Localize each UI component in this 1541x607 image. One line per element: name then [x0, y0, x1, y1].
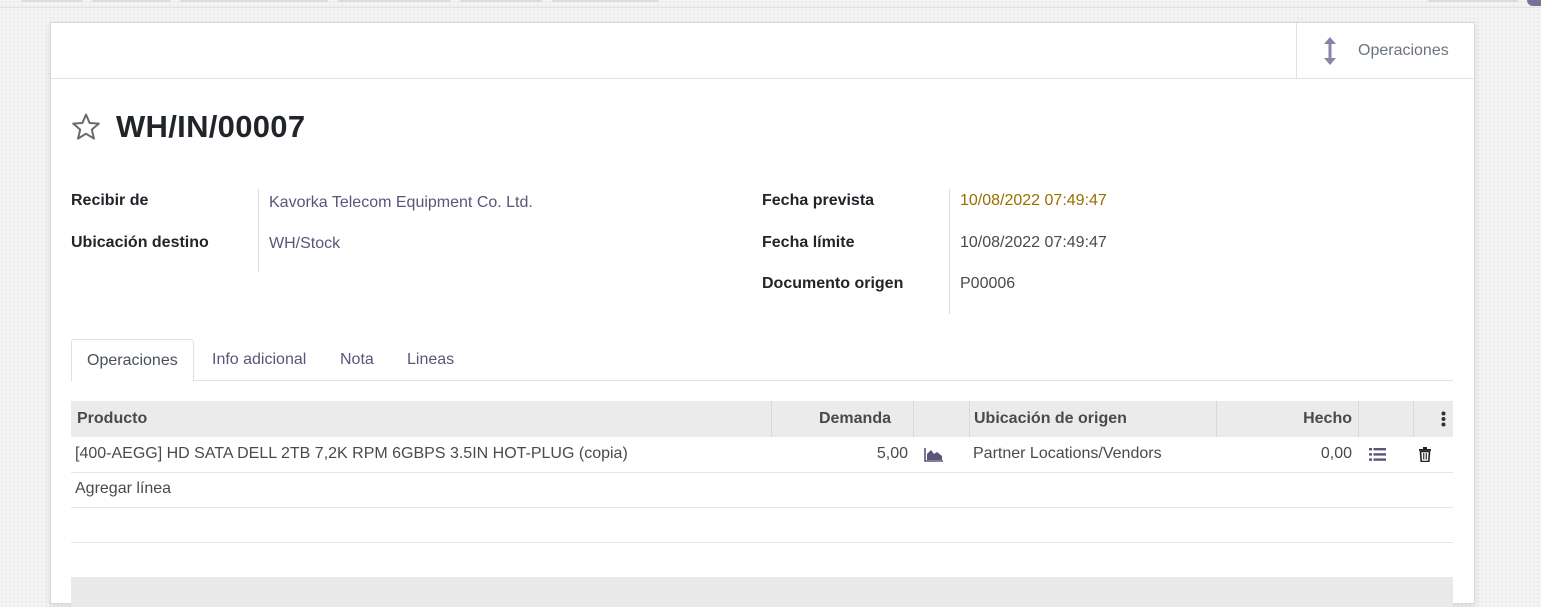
left-group-separator: [258, 189, 259, 272]
tab-operaciones[interactable]: Operaciones: [71, 339, 194, 382]
operations-smart-button[interactable]: Operaciones: [1296, 23, 1474, 78]
scheduled-date-label: Fecha prevista: [762, 192, 875, 209]
destination-label: Ubicación destino: [71, 234, 209, 251]
notebook-tabs: Operaciones Info adicional Nota Lineas: [71, 339, 1453, 382]
table-row[interactable]: [400-AEGG] HD SATA DELL 2TB 7,2K RPM 6GB…: [71, 438, 1453, 473]
add-line-row: Agregar línea: [71, 473, 1453, 508]
browser-top-strip: [0, 0, 1541, 8]
row-product-cell[interactable]: [400-AEGG] HD SATA DELL 2TB 7,2K RPM 6GB…: [75, 445, 628, 463]
area-chart-icon[interactable]: [924, 448, 944, 462]
operations-smart-button-label: Operaciones: [1358, 41, 1449, 59]
vertical-dots-icon[interactable]: [1441, 411, 1446, 427]
list-icon[interactable]: [1369, 448, 1386, 461]
tab-nota[interactable]: Nota: [340, 339, 374, 380]
tab-lineas[interactable]: Lineas: [407, 339, 454, 380]
row-demand-cell[interactable]: 5,00: [771, 445, 908, 463]
deadline-label: Fecha límite: [762, 234, 855, 251]
row-source-location-cell[interactable]: Partner Locations/Vendors: [973, 445, 1162, 463]
column-header-producto[interactable]: Producto: [77, 401, 147, 437]
scheduled-date-value[interactable]: 10/08/2022 07:49:47: [960, 192, 1107, 210]
table-header: Producto Demanda Ubicación de origen Hec…: [71, 401, 1453, 437]
star-outline-icon[interactable]: [71, 112, 101, 142]
partner-label: Recibir de: [71, 192, 149, 209]
partner-value-link[interactable]: Kavorka Telecom Equipment Co. Ltd.: [269, 194, 533, 212]
record-title-row: WH/IN/00007: [71, 109, 305, 145]
source-document-value[interactable]: P00006: [960, 275, 1015, 293]
column-header-demanda[interactable]: Demanda: [771, 401, 891, 437]
trash-icon[interactable]: [1419, 447, 1431, 462]
column-header-hecho[interactable]: Hecho: [1216, 401, 1352, 437]
add-line-link[interactable]: Agregar línea: [75, 480, 171, 498]
row-done-cell[interactable]: 0,00: [1216, 445, 1352, 463]
page-title: WH/IN/00007: [116, 109, 306, 144]
form-sheet: Operaciones WH/IN/00007 Recibir de Kavor…: [50, 22, 1475, 607]
source-document-label: Documento origen: [762, 275, 904, 292]
table-footer: [71, 577, 1453, 607]
deadline-value[interactable]: 10/08/2022 07:49:47: [960, 234, 1107, 252]
button-box: Operaciones: [51, 23, 1474, 79]
tab-info-adicional[interactable]: Info adicional: [212, 339, 306, 380]
arrows-vertical-icon: [1324, 36, 1336, 65]
empty-row: [71, 508, 1453, 543]
right-group-separator: [949, 189, 950, 314]
column-header-ubicacion-origen[interactable]: Ubicación de origen: [974, 401, 1127, 437]
destination-value-link[interactable]: WH/Stock: [269, 235, 340, 253]
